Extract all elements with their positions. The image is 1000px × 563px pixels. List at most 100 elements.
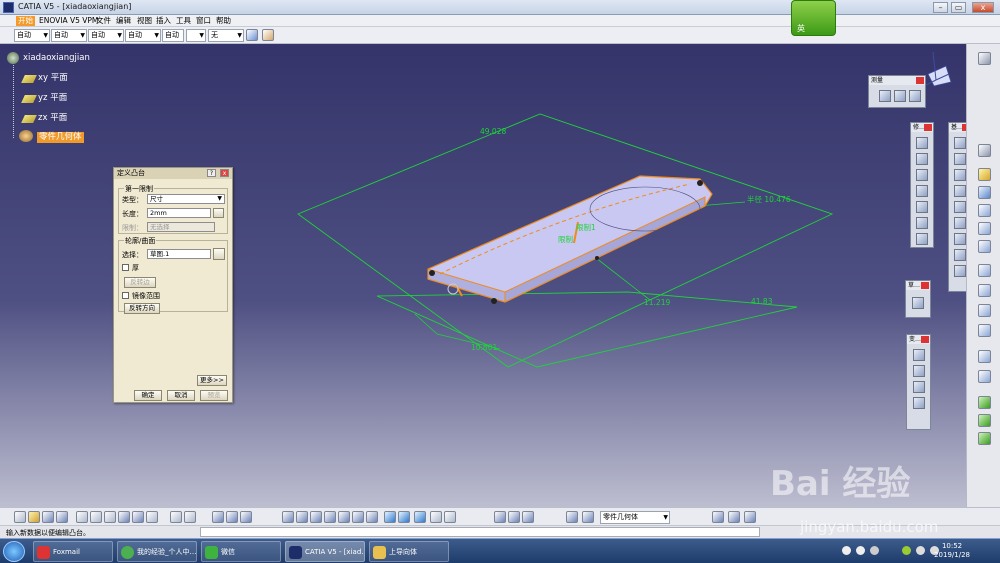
vertex-point[interactable] (697, 180, 703, 186)
swap-space-icon[interactable] (444, 511, 456, 523)
close-icon[interactable] (924, 124, 932, 131)
snap-icon[interactable] (728, 511, 740, 523)
tray-flag-icon[interactable] (916, 546, 925, 555)
length-spinner[interactable] (213, 208, 224, 218)
taskbar-item-foxmail[interactable]: Foxmail (33, 541, 113, 562)
select-arrow-icon[interactable] (978, 144, 991, 157)
system-clock[interactable]: 10:52 2019/1/28 (934, 542, 970, 560)
tray-input-icon[interactable] (842, 546, 851, 555)
point-combo[interactable]: 自动 (162, 29, 184, 42)
grid-icon[interactable] (712, 511, 724, 523)
multi-view-icon[interactable] (384, 511, 396, 523)
start-button[interactable] (3, 541, 25, 562)
dimension-length-label[interactable]: 49.028 (480, 127, 506, 136)
menu-insert[interactable]: 插入 (154, 16, 173, 26)
formula-icon[interactable] (170, 511, 182, 523)
3d-viewport[interactable]: xiadaoxiangjian xy 平面 yz 平面 zx 平面 零件几何体 … (0, 44, 966, 507)
body-combo[interactable]: 零件几何体 ▼ (600, 511, 670, 524)
sketch-analysis-icon[interactable] (522, 511, 534, 523)
insert-body-icon[interactable] (978, 324, 991, 337)
zoom-in-icon[interactable] (338, 511, 350, 523)
split-tool-icon[interactable] (954, 265, 966, 277)
menu-enovia[interactable]: ENOVIA V5 VPM (37, 16, 100, 26)
sketch-tool-icon[interactable] (978, 168, 991, 181)
catalog-icon[interactable] (978, 432, 991, 445)
shaft-tool-icon[interactable] (916, 169, 928, 181)
shell-tool-icon[interactable] (954, 185, 966, 197)
lineweight-combo[interactable]: 自动 ▼ (125, 29, 161, 42)
fly-mode-icon[interactable] (282, 511, 294, 523)
vertex-point[interactable] (491, 298, 497, 304)
shading-icon[interactable] (414, 511, 426, 523)
menu-tools[interactable]: 工具 (174, 16, 193, 26)
dimension-bottom-label[interactable]: 10.801 (471, 343, 497, 352)
select-input[interactable]: 草图.1 (147, 249, 211, 259)
close-icon[interactable] (921, 282, 929, 289)
paste-icon[interactable] (104, 511, 116, 523)
mirror-icon[interactable] (913, 365, 925, 377)
dimension-radius-label[interactable]: 半径 10.476 (747, 194, 791, 204)
whats-this-icon[interactable] (146, 511, 158, 523)
dimension-width-label[interactable]: 11.219 (644, 298, 670, 307)
fillet-tool-icon[interactable] (954, 137, 966, 149)
tray-settings-icon[interactable] (870, 546, 879, 555)
close-icon[interactable] (921, 336, 929, 343)
pan-icon[interactable] (310, 511, 322, 523)
thread-tool-icon[interactable] (954, 217, 966, 229)
vertex-point[interactable] (429, 270, 435, 276)
fit-all-in-icon[interactable] (296, 511, 308, 523)
format-painter-icon[interactable] (246, 29, 258, 41)
law-icon[interactable] (184, 511, 196, 523)
transparency-combo[interactable]: 自动 ▼ (51, 29, 87, 42)
hole-tool-icon[interactable] (916, 201, 928, 213)
measure-item-icon[interactable] (894, 90, 906, 102)
tray-network-icon[interactable] (856, 546, 865, 555)
close-button[interactable]: x (972, 2, 994, 13)
apply-material-icon[interactable] (978, 350, 991, 363)
options-gear-icon[interactable] (978, 52, 991, 65)
measure-inertia-icon[interactable] (909, 90, 921, 102)
slot-tool-icon[interactable] (916, 233, 928, 245)
iso-view-icon[interactable] (398, 511, 410, 523)
type-select[interactable]: 尺寸 ▼ (147, 194, 225, 204)
groove-tool-icon[interactable] (916, 185, 928, 197)
pattern-icon[interactable] (913, 381, 925, 393)
measure-icon[interactable] (508, 511, 520, 523)
rib-tool-icon[interactable] (916, 217, 928, 229)
constraint-icon[interactable] (978, 264, 991, 277)
linetype-combo[interactable]: 自动 ▼ (88, 29, 124, 42)
zoom-out-icon[interactable] (352, 511, 364, 523)
thickness-tool-icon[interactable] (954, 201, 966, 213)
close-icon[interactable] (916, 77, 924, 84)
part-design-icon[interactable] (978, 186, 991, 199)
sketch-edit-icon[interactable] (213, 248, 225, 260)
dialog-close-button[interactable]: x (220, 169, 229, 177)
menu-help[interactable]: 帮助 (214, 16, 233, 26)
catalog-browser-icon[interactable] (226, 511, 238, 523)
save-icon[interactable] (42, 511, 54, 523)
compass-widget[interactable] (923, 51, 952, 87)
ime-indicator[interactable]: 英 (791, 0, 836, 36)
knowledge-icon[interactable] (240, 511, 252, 523)
draft-tool-icon[interactable] (954, 169, 966, 181)
dialog-help-button[interactable]: ? (207, 169, 216, 177)
render-icon[interactable] (978, 396, 991, 409)
replace-face-icon[interactable] (954, 249, 966, 261)
cancel-button[interactable]: 取消 (167, 390, 195, 401)
vertex-point[interactable] (595, 256, 599, 260)
menu-view[interactable]: 视图 (135, 16, 154, 26)
fit-all-icon[interactable] (978, 370, 991, 383)
minimize-button[interactable]: – (933, 2, 948, 13)
sketcher-icon[interactable] (912, 297, 924, 309)
boolean-icon[interactable] (978, 304, 991, 317)
limit1-label[interactable]: 限制1 (576, 222, 596, 232)
chamfer-tool-icon[interactable] (954, 153, 966, 165)
reverse-direction-button[interactable]: 反转方向 (124, 303, 160, 314)
construction-icon[interactable] (744, 511, 756, 523)
command-input[interactable] (200, 527, 760, 537)
color-combo[interactable]: 自动 ▼ (14, 29, 50, 42)
cut-icon[interactable] (76, 511, 88, 523)
taskbar-item-folder[interactable]: 上导向体 (369, 541, 449, 562)
thick-checkbox[interactable] (122, 264, 129, 271)
rotate-icon[interactable] (324, 511, 336, 523)
